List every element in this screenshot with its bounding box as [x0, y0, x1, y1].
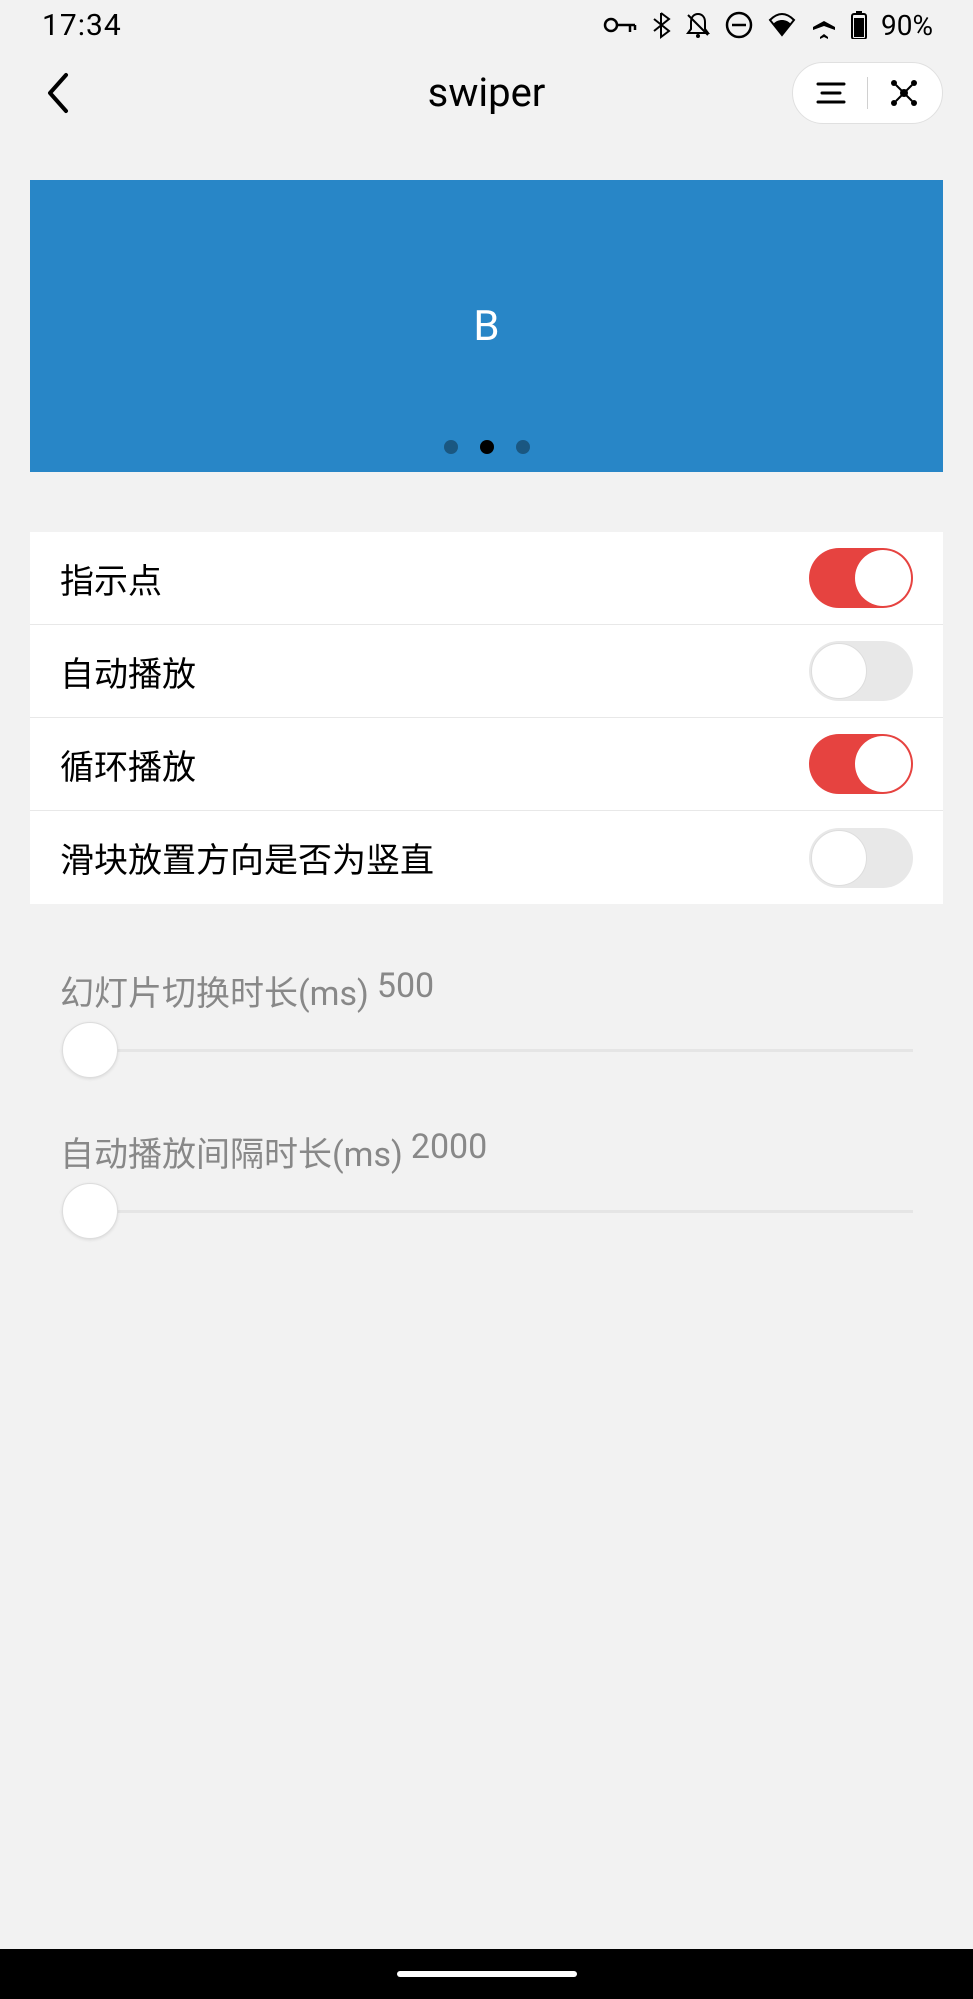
slider-duration[interactable]	[60, 1015, 913, 1085]
setting-label: 循环播放	[60, 740, 196, 789]
toggle-vertical[interactable]	[809, 828, 913, 888]
wifi-icon	[767, 13, 797, 37]
toggle-loop[interactable]	[809, 734, 913, 794]
slider-value-text: 2000	[411, 1127, 487, 1176]
setting-row-vertical: 滑块放置方向是否为竖直	[30, 811, 943, 904]
app-bar: swiper	[0, 50, 973, 135]
sliders-section: 幻灯片切换时长(ms) 500 自动播放间隔时长(ms) 2000	[60, 966, 913, 1246]
setting-row-autoplay: 自动播放	[30, 625, 943, 718]
swiper-dot[interactable]	[516, 440, 530, 454]
slider-value-text: 500	[377, 966, 434, 1015]
capsule-menu	[792, 62, 943, 124]
page-title: swiper	[428, 69, 546, 116]
airplane-icon	[811, 11, 837, 39]
battery-percent: 90%	[881, 9, 933, 42]
slider-knob[interactable]	[62, 1183, 118, 1239]
setting-label: 滑块放置方向是否为竖直	[60, 833, 434, 882]
slider-label-text: 幻灯片切换时长(ms)	[60, 966, 369, 1015]
navigation-bar	[0, 1949, 973, 1999]
swiper-dot[interactable]	[444, 440, 458, 454]
setting-label: 指示点	[60, 554, 162, 603]
slider-interval-block: 自动播放间隔时长(ms) 2000	[60, 1127, 913, 1246]
swiper-dots	[444, 440, 530, 454]
slider-label-text: 自动播放间隔时长(ms)	[60, 1127, 403, 1176]
vpn-key-icon	[603, 14, 637, 36]
toggle-autoplay[interactable]	[809, 641, 913, 701]
bluetooth-icon	[651, 11, 671, 39]
status-time: 17:34	[42, 8, 122, 43]
setting-row-indicator: 指示点	[30, 532, 943, 625]
notifications-off-icon	[685, 11, 711, 39]
toggle-indicator[interactable]	[809, 548, 913, 608]
toggle-knob	[855, 550, 911, 606]
capsule-divider	[867, 77, 868, 109]
slider-knob[interactable]	[62, 1022, 118, 1078]
slider-duration-label: 幻灯片切换时长(ms) 500	[60, 966, 913, 1015]
slider-interval[interactable]	[60, 1176, 913, 1246]
menu-button[interactable]	[813, 75, 849, 111]
slider-duration-block: 幻灯片切换时长(ms) 500	[60, 966, 913, 1085]
slider-interval-label: 自动播放间隔时长(ms) 2000	[60, 1127, 913, 1176]
status-icons: 90%	[603, 9, 933, 42]
swiper-panel[interactable]: B	[30, 180, 943, 472]
close-button[interactable]	[886, 75, 922, 111]
back-button[interactable]	[38, 73, 78, 113]
status-bar: 17:34 90%	[0, 0, 973, 50]
swiper-slide-content: B	[473, 302, 499, 351]
toggle-knob	[855, 736, 911, 792]
home-indicator[interactable]	[397, 1971, 577, 1977]
toggle-knob	[811, 643, 867, 699]
setting-label: 自动播放	[60, 647, 196, 696]
swiper-dot-active[interactable]	[480, 440, 494, 454]
settings-card: 指示点 自动播放 循环播放 滑块放置方向是否为竖直	[30, 532, 943, 904]
battery-icon	[851, 11, 867, 39]
slider-track	[90, 1210, 913, 1213]
setting-row-loop: 循环播放	[30, 718, 943, 811]
slider-track	[90, 1049, 913, 1052]
do-not-disturb-icon	[725, 11, 753, 39]
toggle-knob	[811, 830, 867, 886]
